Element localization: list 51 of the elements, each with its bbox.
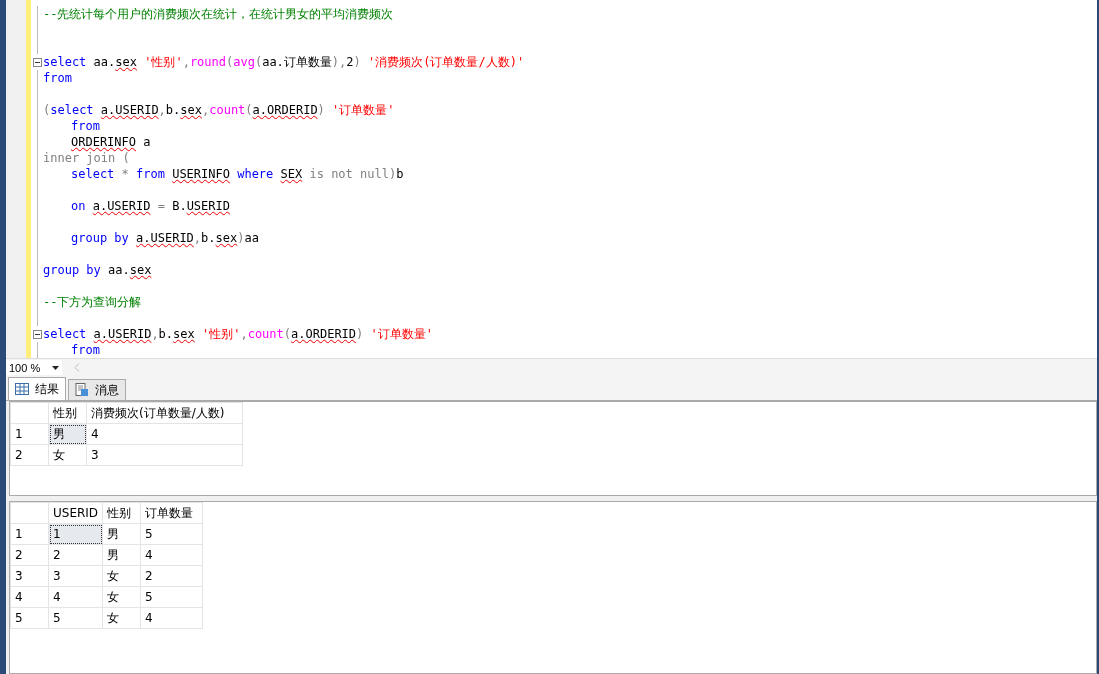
code-line: --先统计每个用户的消费频次在统计，在统计男女的平均消费频次 [43, 5, 394, 23]
code-line: group by a.USERID,b.sex)aa [71, 231, 259, 245]
table-cell[interactable]: 4 [140, 607, 203, 629]
collapse-icon[interactable] [32, 329, 42, 339]
table-cell[interactable]: 男 [102, 523, 141, 545]
code-line: select aa.sex '性别',round(avg(aa.订单数量),2) '消费频次(订单数量/人数)' [43, 53, 525, 71]
code-line: (select a.USERID,b.sex,count(a.ORDERID) '订单数量' [43, 101, 395, 119]
code-line: inner join ( [43, 151, 130, 165]
code-line: from [71, 119, 100, 133]
grid-icon [15, 383, 29, 395]
table-cell[interactable]: 女 [48, 444, 87, 466]
column-header[interactable]: 消费频次(订单数量/人数) [86, 402, 243, 424]
zoom-dropdown[interactable]: 100 % [6, 360, 62, 375]
table-cell[interactable]: 5 [48, 607, 103, 629]
code-line: group by aa.sex [43, 263, 152, 277]
table-cell[interactable]: 5 [140, 586, 203, 608]
table-cell[interactable]: 5 [140, 523, 203, 545]
table-cell[interactable]: 3 [48, 565, 103, 587]
column-header[interactable]: 订单数量 [140, 502, 203, 524]
row-number[interactable]: 2 [10, 444, 49, 466]
code-line: ORDERINFO a [71, 135, 151, 149]
code-line: from [71, 343, 100, 357]
column-header[interactable]: USERID [48, 502, 103, 524]
table-cell[interactable]: 2 [48, 544, 103, 566]
document-icon [75, 383, 89, 397]
table-cell[interactable]: 男 [102, 544, 141, 566]
code-line: --下方为查询分解 [43, 293, 142, 311]
table-cell[interactable]: 3 [86, 444, 243, 466]
table-cell[interactable]: 女 [102, 607, 141, 629]
table-cell[interactable]: 2 [140, 565, 203, 587]
code-line: on a.USERID = B.USERID [71, 199, 230, 213]
column-header[interactable]: 性别 [102, 502, 141, 524]
table-cell[interactable]: 4 [140, 544, 203, 566]
row-number[interactable]: 3 [10, 565, 49, 587]
results-tab[interactable]: 结果 [8, 377, 66, 400]
row-number[interactable]: 1 [10, 423, 49, 445]
row-number[interactable]: 5 [10, 607, 49, 629]
row-number[interactable]: 4 [10, 586, 49, 608]
caret-icon [52, 365, 59, 370]
row-number[interactable]: 2 [10, 544, 49, 566]
table-cell[interactable]: 4 [86, 423, 243, 445]
column-header[interactable]: 性别 [48, 402, 87, 424]
collapse-icon[interactable] [32, 57, 42, 67]
code-line: select a.USERID,b.sex '性别',count(a.ORDERID) '订单数量' [43, 325, 433, 343]
results-tab[interactable]: 消息 [68, 379, 126, 400]
table-cell[interactable]: 4 [48, 586, 103, 608]
table-cell[interactable]: 女 [102, 565, 141, 587]
row-number[interactable]: 1 [10, 523, 49, 545]
table-cell[interactable]: 女 [102, 586, 141, 608]
code-line: select * from USERINFO where SEX is not null)b [71, 167, 404, 181]
code-line: from [43, 71, 72, 85]
